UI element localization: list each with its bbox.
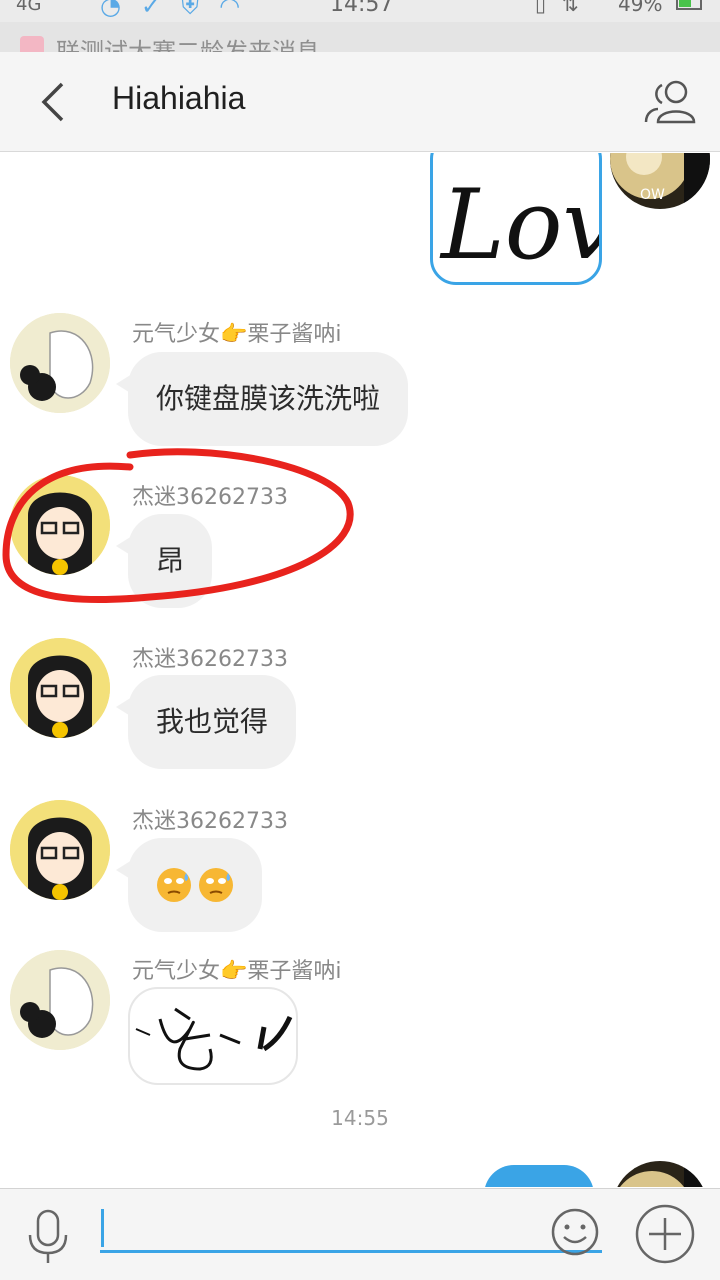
sender-name: 元气少女👉栗子酱呐i bbox=[132, 959, 342, 984]
chat-header: Hiahiahia bbox=[0, 52, 720, 152]
message-text-input[interactable] bbox=[100, 1205, 602, 1253]
sender-name: 元气少女👉栗子酱呐i bbox=[132, 322, 342, 347]
message-bubble[interactable]: 你键盘膜该洗洗啦 bbox=[115, 352, 409, 446]
message-input-bar bbox=[0, 1188, 720, 1280]
status-time: 14:57 bbox=[330, 0, 394, 17]
self-avatar[interactable]: OW bbox=[610, 153, 710, 209]
shield-icon: ⛨ bbox=[181, 0, 200, 20]
notification-text: 联测试大赛二龄发来消息 bbox=[56, 38, 320, 52]
sender-avatar-yuanqi[interactable] bbox=[10, 950, 110, 1050]
data-arrows-icon: ⇅ bbox=[562, 0, 579, 16]
group-members-button[interactable] bbox=[640, 76, 700, 128]
plus-icon bbox=[635, 1204, 695, 1264]
incoming-sticker-message[interactable] bbox=[128, 987, 298, 1085]
sender-name: 杰迷36262733 bbox=[132, 485, 288, 510]
app-notification-icon bbox=[20, 36, 44, 52]
message-bubble[interactable]: 昂 bbox=[115, 514, 213, 608]
self-avatar-text: OW bbox=[640, 187, 665, 203]
battery-percent: 49% bbox=[618, 0, 663, 16]
self-avatar[interactable] bbox=[612, 1161, 708, 1187]
text-caret bbox=[101, 1209, 104, 1247]
love-sticker-image: Love bbox=[439, 169, 599, 281]
emoji-button[interactable] bbox=[550, 1207, 600, 1257]
more-options-button[interactable] bbox=[634, 1203, 696, 1265]
status-right-icons: ▯ ⇅ bbox=[535, 0, 579, 16]
group-members-icon bbox=[644, 80, 696, 124]
sender-avatar-jiemi[interactable] bbox=[10, 475, 110, 575]
qq-icon: ◔ bbox=[100, 0, 121, 20]
sweat-roll-eyes-emoji-icon bbox=[157, 868, 233, 902]
outgoing-message-bubble-partial[interactable] bbox=[484, 1165, 594, 1187]
handwritten-doodle-image bbox=[135, 1007, 293, 1071]
chat-messages[interactable]: Love OW 元气少女👉栗子酱呐i 你键盘膜该洗洗啦 杰迷36 bbox=[0, 153, 720, 1187]
sender-avatar-jiemi[interactable] bbox=[10, 638, 110, 738]
check-icon: ✓ bbox=[140, 0, 162, 20]
sender-name: 杰迷36262733 bbox=[132, 809, 288, 834]
anime-boy-avatar-image bbox=[10, 950, 110, 1050]
microphone-icon bbox=[28, 1209, 68, 1263]
vibrate-icon: ▯ bbox=[535, 0, 547, 16]
sender-avatar-yuanqi[interactable] bbox=[10, 313, 110, 413]
sender-avatar-jiemi[interactable] bbox=[10, 800, 110, 900]
network-indicator: 4G bbox=[16, 0, 42, 15]
glasses-girl-avatar-image bbox=[10, 475, 110, 575]
anime-boy-avatar-image bbox=[10, 313, 110, 413]
love-sticker-text: Love bbox=[439, 169, 599, 281]
outgoing-sticker-message[interactable]: Love bbox=[430, 153, 602, 285]
back-button[interactable] bbox=[28, 72, 88, 132]
voice-input-button[interactable] bbox=[22, 1207, 74, 1265]
status-icons: ◔ ✓ ⛨ ◠ bbox=[100, 0, 240, 20]
notification-banner[interactable]: 联测试大赛二龄发来消息 bbox=[0, 22, 720, 52]
self-avatar-image: OW bbox=[610, 153, 710, 209]
message-bubble[interactable]: 我也觉得 bbox=[115, 675, 297, 769]
glasses-girl-avatar-image bbox=[10, 800, 110, 900]
smiley-icon bbox=[551, 1208, 599, 1256]
wifi-icon: ◠ bbox=[219, 0, 241, 20]
time-separator: 14:55 bbox=[331, 1106, 389, 1130]
glasses-girl-avatar-image bbox=[10, 638, 110, 738]
self-avatar-image bbox=[620, 1161, 708, 1187]
status-bar: 4G ◔ ✓ ⛨ ◠ 14:57 ▯ ⇅ 49% bbox=[0, 0, 720, 22]
chevron-left-icon bbox=[41, 82, 64, 122]
sender-name: 杰迷36262733 bbox=[132, 647, 288, 672]
chat-title: Hiahiahia bbox=[112, 80, 246, 116]
emoji-message-bubble[interactable] bbox=[116, 838, 262, 932]
battery-icon bbox=[676, 0, 702, 10]
